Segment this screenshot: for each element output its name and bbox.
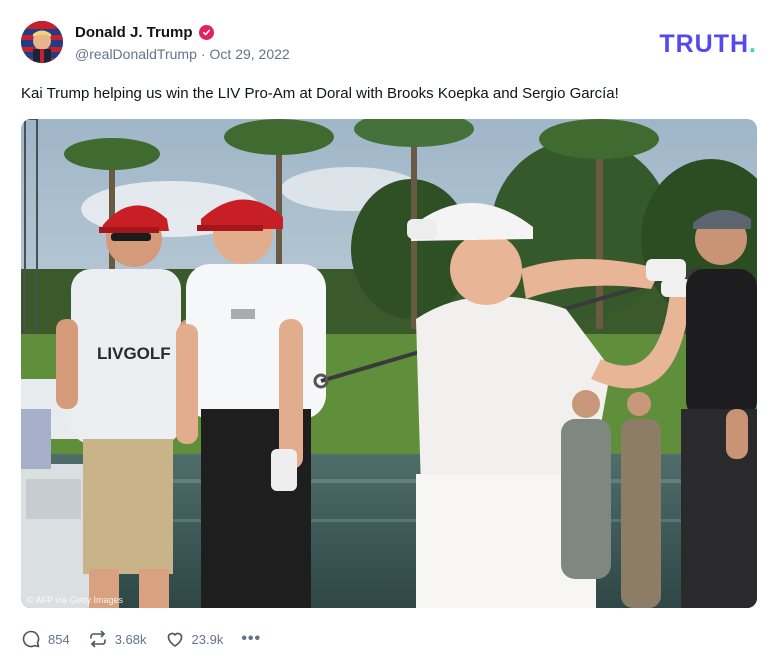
author-avatar[interactable] [21, 21, 63, 63]
brand-name: TRUTH [659, 30, 750, 58]
meta-separator: · [200, 46, 206, 62]
like-count: 23.9k [191, 631, 224, 647]
reply-count: 854 [48, 631, 70, 647]
author-handle[interactable]: @realDonaldTrump [75, 46, 197, 62]
truth-logo[interactable]: TRUTH. [659, 30, 757, 59]
post-text: Kai Trump helping us win the LIV Pro-Am … [21, 85, 619, 102]
reply-button[interactable]: 854 [21, 629, 70, 649]
heart-icon [165, 629, 185, 649]
verified-badge-icon [198, 24, 214, 40]
truth-post: Donald J. Trump @realDonaldTrump · Oct 2… [0, 0, 778, 670]
author-display-name[interactable]: Donald J. Trump [75, 24, 193, 41]
livgolf-bib-text: LIVGOLF [97, 344, 171, 363]
author-info: Donald J. Trump @realDonaldTrump · Oct 2… [75, 22, 290, 63]
reply-icon [21, 629, 41, 649]
photo-credit: © AFP via Getty Images [27, 595, 124, 605]
post-date[interactable]: Oct 29, 2022 [210, 46, 290, 62]
post-actions: 854 3.68k 23.9k ••• [21, 628, 261, 650]
like-button[interactable]: 23.9k [165, 629, 224, 649]
retruth-count: 3.68k [114, 631, 147, 647]
more-button[interactable]: ••• [241, 630, 261, 648]
more-icon: ••• [241, 630, 262, 647]
retruth-button[interactable]: 3.68k [88, 629, 147, 649]
post-media-photo[interactable]: LIVGOLF © AFP via Getty Images [21, 119, 757, 608]
retruth-icon [88, 629, 108, 649]
brand-dot: . [749, 30, 757, 58]
